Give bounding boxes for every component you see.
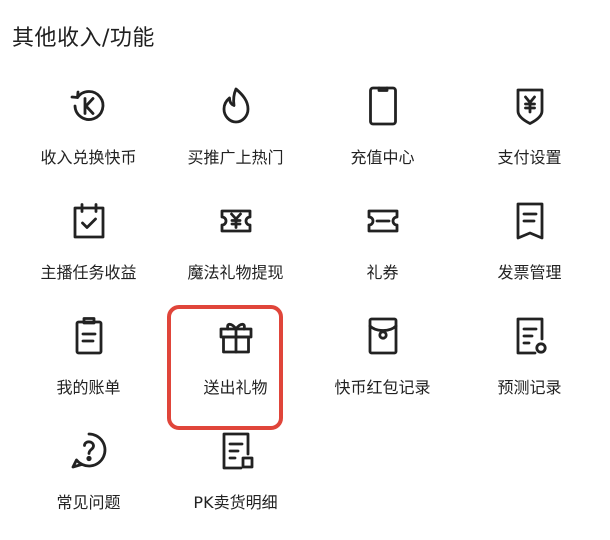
item-recharge-center[interactable]: 充值中心 bbox=[309, 74, 456, 189]
item-magic-gift-withdraw[interactable]: 魔法礼物提现 bbox=[162, 189, 309, 304]
item-label: 充值中心 bbox=[350, 148, 415, 167]
section-title: 其他收入/功能 bbox=[12, 26, 155, 51]
item-label: 魔法礼物提现 bbox=[187, 263, 284, 282]
pk-sales-detail-icon bbox=[214, 429, 258, 473]
item-label: 发票管理 bbox=[497, 263, 562, 282]
yuan-ticket-icon bbox=[214, 199, 258, 243]
item-label: 送出礼物 bbox=[203, 378, 268, 397]
item-label: 我的账单 bbox=[56, 378, 121, 397]
item-label: 礼券 bbox=[366, 263, 399, 282]
prediction-record-icon bbox=[508, 314, 552, 358]
item-invoice-management[interactable]: 发票管理 bbox=[456, 189, 603, 304]
item-label: 快币红包记录 bbox=[334, 378, 431, 397]
item-label: PK卖货明细 bbox=[193, 493, 278, 512]
item-label: 收入兑换快币 bbox=[40, 148, 137, 167]
item-coupon[interactable]: 礼券 bbox=[309, 189, 456, 304]
red-packet-icon bbox=[361, 314, 405, 358]
item-anchor-task-earnings[interactable]: 主播任务收益 bbox=[15, 189, 162, 304]
phone-icon bbox=[361, 84, 405, 128]
item-label: 预测记录 bbox=[497, 378, 562, 397]
invoice-icon bbox=[508, 199, 552, 243]
question-bubble-icon bbox=[67, 429, 111, 473]
gift-icon bbox=[214, 314, 258, 358]
item-payment-settings[interactable]: 支付设置 bbox=[456, 74, 603, 189]
bill-icon bbox=[67, 314, 111, 358]
item-income-exchange[interactable]: 收入兑换快币 bbox=[15, 74, 162, 189]
item-pk-sales-detail[interactable]: PK卖货明细 bbox=[162, 419, 309, 534]
feature-grid: 收入兑换快币 买推广上热门 充值中心 支付设置 主播任务收益 魔法礼物提现 礼券… bbox=[15, 74, 603, 534]
coupon-icon bbox=[361, 199, 405, 243]
item-promotion[interactable]: 买推广上热门 bbox=[162, 74, 309, 189]
yuan-shield-icon bbox=[508, 84, 552, 128]
item-label: 支付设置 bbox=[497, 148, 562, 167]
item-prediction-records[interactable]: 预测记录 bbox=[456, 304, 603, 419]
k-coin-exchange-icon bbox=[67, 84, 111, 128]
item-label: 主播任务收益 bbox=[40, 263, 137, 282]
flame-icon bbox=[214, 84, 258, 128]
item-my-bills[interactable]: 我的账单 bbox=[15, 304, 162, 419]
item-label: 常见问题 bbox=[56, 493, 121, 512]
item-coin-red-packet-records[interactable]: 快币红包记录 bbox=[309, 304, 456, 419]
item-faq[interactable]: 常见问题 bbox=[15, 419, 162, 534]
item-sent-gifts[interactable]: 送出礼物 bbox=[162, 304, 309, 430]
calendar-check-icon bbox=[67, 199, 111, 243]
item-label: 买推广上热门 bbox=[187, 148, 284, 167]
